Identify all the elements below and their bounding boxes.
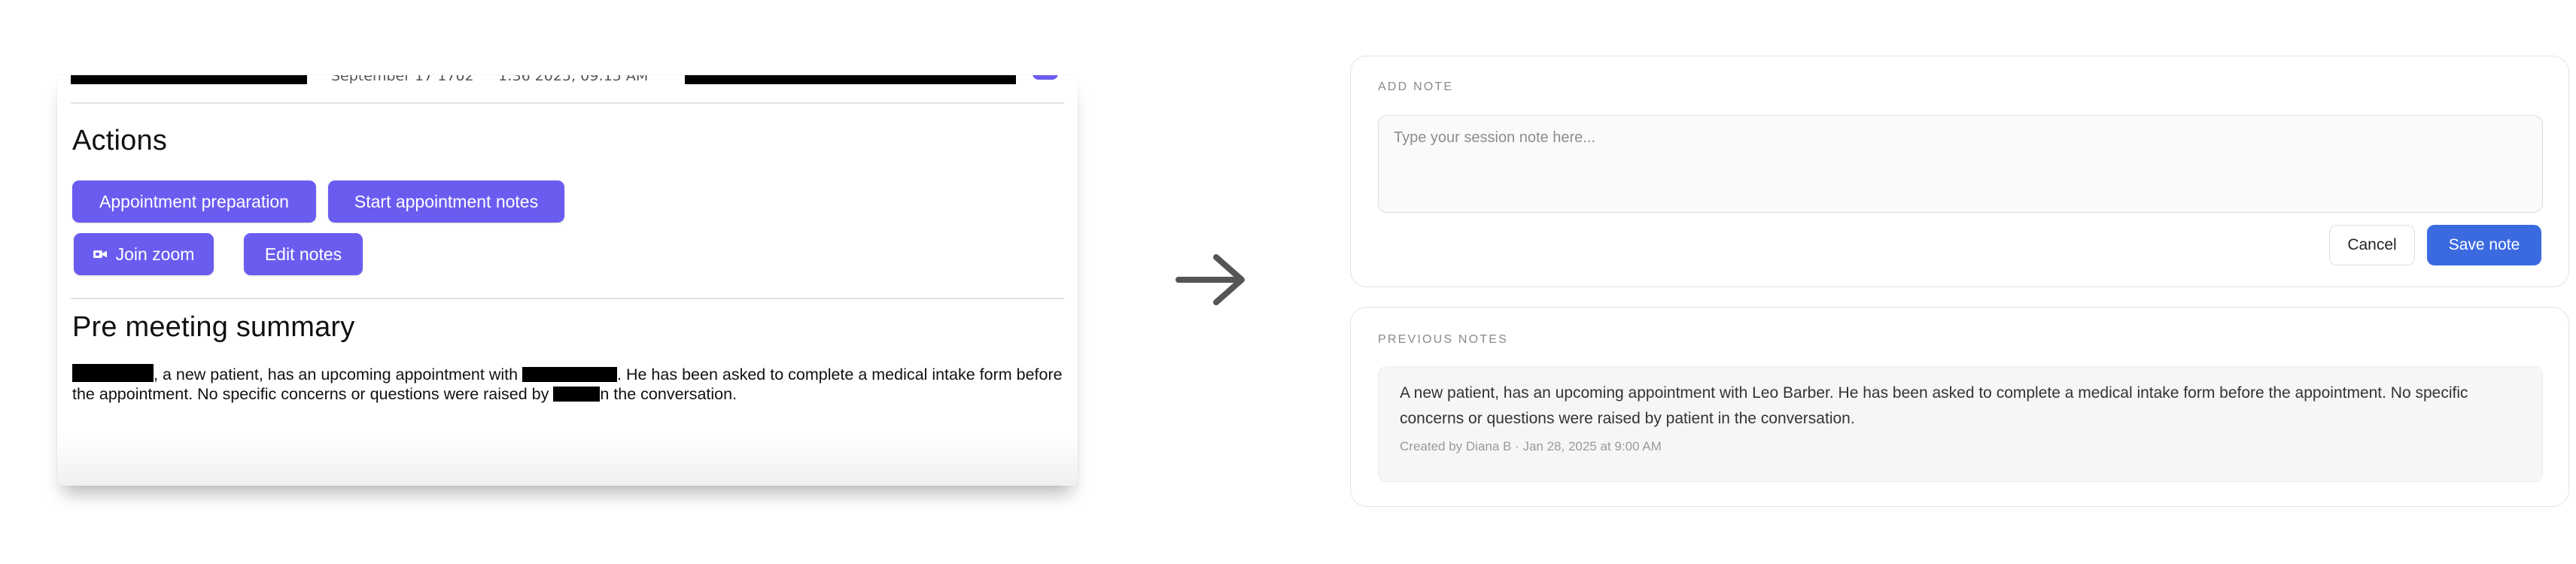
strip-date-text: September 17 1702	[331, 75, 474, 84]
pre-meeting-summary-heading: Pre meeting summary	[72, 311, 355, 343]
redacted-name	[522, 366, 618, 382]
join-zoom-label: Join zoom	[115, 244, 195, 264]
video-camera-icon	[93, 249, 108, 259]
add-note-card: ADD NOTE Cancel Save note	[1350, 56, 2569, 287]
redacted-name	[72, 363, 154, 382]
pre-meeting-summary-text: , a new patient, has an upcoming appoint…	[72, 363, 1066, 404]
top-info-strip: September 17 1702 1:36 2025, 09:15 AM	[57, 75, 1078, 84]
redacted-name	[553, 386, 601, 402]
divider	[71, 102, 1064, 104]
cancel-button[interactable]: Cancel	[2329, 225, 2415, 265]
note-item: A new patient, has an upcoming appointme…	[1378, 366, 2543, 482]
summary-text-part: , a new patient, has an upcoming appoint…	[154, 365, 523, 384]
appointment-preparation-label: Appointment preparation	[99, 191, 289, 211]
note-meta: Created by Diana B · Jan 28, 2025 at 9:0…	[1400, 439, 1662, 453]
edit-notes-button[interactable]: Edit notes	[244, 233, 363, 275]
previous-notes-card: PREVIOUS NOTES A new patient, has an upc…	[1350, 307, 2569, 507]
start-appointment-notes-button[interactable]: Start appointment notes	[328, 180, 564, 223]
save-note-button[interactable]: Save note	[2427, 225, 2541, 265]
actions-heading: Actions	[72, 125, 168, 156]
start-appointment-notes-label: Start appointment notes	[354, 191, 539, 211]
redacted-block	[685, 75, 1016, 84]
appointment-preparation-button[interactable]: Appointment preparation	[72, 180, 316, 223]
arrow-right-icon	[1175, 254, 1245, 305]
divider	[71, 298, 1064, 299]
add-note-label: ADD NOTE	[1378, 80, 1454, 93]
join-zoom-button[interactable]: Join zoom	[74, 233, 214, 275]
session-note-input[interactable]	[1378, 115, 2543, 213]
strip-time-text: 1:36 2025, 09:15 AM	[498, 75, 649, 84]
header-action-button[interactable]	[1033, 75, 1058, 80]
previous-notes-label: PREVIOUS NOTES	[1378, 333, 1509, 346]
bottom-fade	[57, 433, 1078, 486]
note-text: A new patient, has an upcoming appointme…	[1400, 384, 2468, 427]
redacted-block	[71, 75, 307, 84]
summary-text-part: n the conversation.	[600, 384, 738, 403]
appointment-details-panel: September 17 1702 1:36 2025, 09:15 AM Ac…	[57, 75, 1078, 486]
edit-notes-label: Edit notes	[264, 244, 342, 264]
